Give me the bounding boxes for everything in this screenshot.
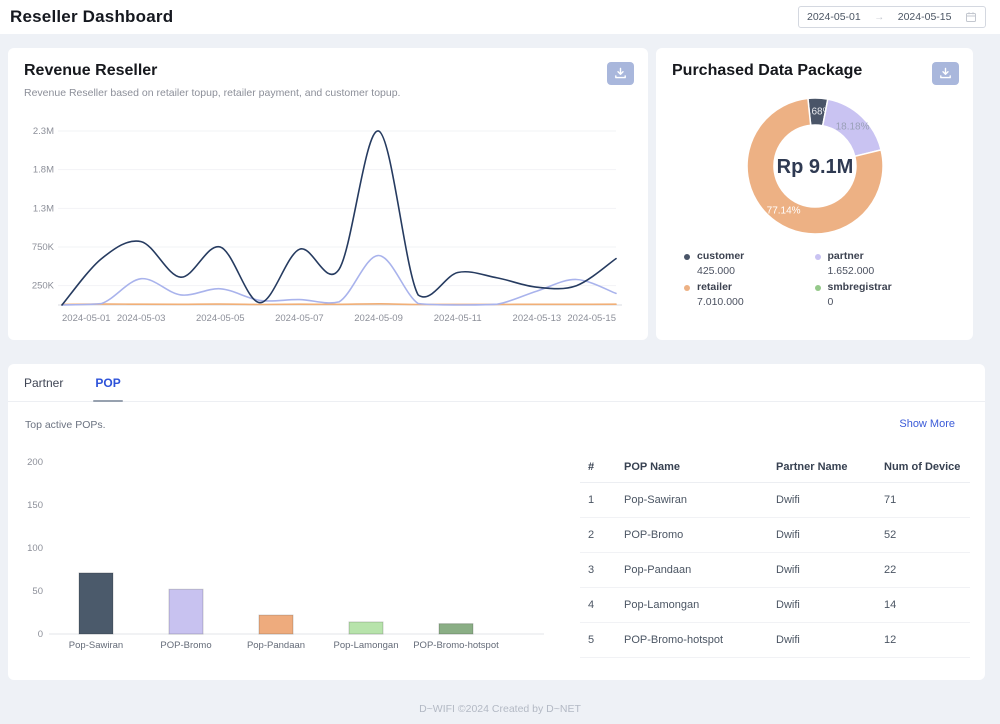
date-range-end[interactable]: 2024-05-15 xyxy=(898,11,952,23)
legend-item-retailer: retailer 7.010.000 xyxy=(684,281,815,309)
revenue-line-chart: 250K 750K 1.3M 1.8M 2.3M 2024-05-01 2024-05-03… xyxy=(16,110,628,330)
package-donut-chart: 4.68%18.18%77.14%Rp 9.1M xyxy=(672,88,957,248)
date-range-start[interactable]: 2024-05-01 xyxy=(807,11,861,23)
svg-text:200: 200 xyxy=(27,457,43,468)
table-cell: 14 xyxy=(876,588,970,623)
revenue-card-title: Revenue Reseller xyxy=(24,62,632,80)
page-title: Reseller Dashboard xyxy=(10,7,173,27)
top-pops-bar-chart: 0 50 100 150 200 Pop-Sawiran POP-Bromo Pop-Pand… xyxy=(16,442,564,675)
download-button[interactable] xyxy=(607,62,634,85)
svg-text:18.18%: 18.18% xyxy=(835,122,869,133)
top-active-pops-caption: Top active POPs. xyxy=(25,419,106,431)
table-cell: Dwifi xyxy=(768,553,876,588)
package-card-title: Purchased Data Package xyxy=(672,62,957,80)
table-row: 2POP-BromoDwifi52 xyxy=(580,518,970,553)
table-header-row: # POP Name Partner Name Num of Device xyxy=(580,452,970,483)
tab-pop[interactable]: POP xyxy=(95,364,120,401)
package-legend: customer 425.000 partner 1.652.000 retai… xyxy=(672,248,957,309)
column-header-partner-name: Partner Name xyxy=(768,452,876,483)
svg-text:Pop-Lamongan: Pop-Lamongan xyxy=(334,640,399,651)
svg-text:150: 150 xyxy=(27,500,43,511)
table-cell: 71 xyxy=(876,483,970,518)
svg-text:2024-05-07: 2024-05-07 xyxy=(275,313,324,324)
svg-text:2024-05-09: 2024-05-09 xyxy=(354,313,403,324)
svg-text:2024-05-15: 2024-05-15 xyxy=(567,313,616,324)
legend-dot-smbregistrar xyxy=(815,285,821,291)
table-cell: 2 xyxy=(580,518,616,553)
download-icon xyxy=(614,67,627,80)
tab-partner[interactable]: Partner xyxy=(24,364,63,401)
table-row: 5POP-Bromo-hotspotDwifi12 xyxy=(580,623,970,658)
download-button[interactable] xyxy=(932,62,959,85)
table-cell: Dwifi xyxy=(768,623,876,658)
table-cell: Dwifi xyxy=(768,588,876,623)
revenue-reseller-card: Revenue Reseller Revenue Reseller based … xyxy=(8,48,648,340)
show-more-link[interactable]: Show More xyxy=(899,418,955,430)
legend-item-smbregistrar: smbregistrar 0 xyxy=(815,281,946,309)
svg-text:2.3M: 2.3M xyxy=(33,126,54,137)
column-header-num-of-device: Num of Device xyxy=(876,452,970,483)
svg-text:50: 50 xyxy=(32,586,43,597)
date-range-separator-icon: → xyxy=(874,12,884,23)
svg-text:2024-05-01: 2024-05-01 xyxy=(62,313,111,324)
svg-text:Pop-Sawiran: Pop-Sawiran xyxy=(69,640,123,651)
table-cell: Dwifi xyxy=(768,483,876,518)
svg-text:1.3M: 1.3M xyxy=(33,203,54,214)
svg-text:0: 0 xyxy=(38,629,43,640)
svg-text:2024-05-05: 2024-05-05 xyxy=(196,313,245,324)
table-cell: 3 xyxy=(580,553,616,588)
column-header-index: # xyxy=(580,452,616,483)
revenue-card-subtitle: Revenue Reseller based on retailer topup… xyxy=(24,87,632,99)
table-row: 1Pop-SawiranDwifi71 xyxy=(580,483,970,518)
svg-text:100: 100 xyxy=(27,543,43,554)
table-cell: Pop-Pandaan xyxy=(616,553,768,588)
table-cell: 4 xyxy=(580,588,616,623)
legend-dot-customer xyxy=(684,254,690,260)
svg-text:1.8M: 1.8M xyxy=(33,165,54,176)
pop-table: # POP Name Partner Name Num of Device 1P… xyxy=(580,452,970,658)
svg-text:2024-05-11: 2024-05-11 xyxy=(434,313,482,324)
legend-dot-retailer xyxy=(684,285,690,291)
svg-text:Rp 9.1M: Rp 9.1M xyxy=(776,156,853,178)
legend-dot-partner xyxy=(815,254,821,260)
footer-text: D~WIFI ©2024 Created by D~NET xyxy=(0,703,1000,715)
pops-card: Partner POP Top active POPs. Show More 0… xyxy=(8,364,985,680)
svg-text:2024-05-03: 2024-05-03 xyxy=(117,313,166,324)
table-cell: 52 xyxy=(876,518,970,553)
table-row: 4Pop-LamonganDwifi14 xyxy=(580,588,970,623)
svg-text:750K: 750K xyxy=(32,242,55,253)
svg-text:Pop-Pandaan: Pop-Pandaan xyxy=(247,640,305,651)
table-cell: 22 xyxy=(876,553,970,588)
table-cell: 5 xyxy=(580,623,616,658)
top-bar: Reseller Dashboard 2024-05-01 → 2024-05-… xyxy=(0,0,1000,34)
date-range-picker[interactable]: 2024-05-01 → 2024-05-15 xyxy=(798,6,986,28)
legend-item-customer: customer 425.000 xyxy=(684,250,815,278)
svg-text:2024-05-13: 2024-05-13 xyxy=(513,313,562,324)
svg-text:77.14%: 77.14% xyxy=(766,206,800,217)
table-row: 3Pop-PandaanDwifi22 xyxy=(580,553,970,588)
table-cell: Pop-Sawiran xyxy=(616,483,768,518)
table-cell: POP-Bromo-hotspot xyxy=(616,623,768,658)
table-cell: Pop-Lamongan xyxy=(616,588,768,623)
table-cell: Dwifi xyxy=(768,518,876,553)
svg-text:POP-Bromo-hotspot: POP-Bromo-hotspot xyxy=(413,640,499,651)
svg-text:250K: 250K xyxy=(32,281,55,292)
tabs-bar: Partner POP xyxy=(8,364,985,402)
purchased-data-package-card: Purchased Data Package 4.68%18.18%77.14%… xyxy=(656,48,973,340)
table-cell: POP-Bromo xyxy=(616,518,768,553)
table-cell: 1 xyxy=(580,483,616,518)
table-cell: 12 xyxy=(876,623,970,658)
column-header-pop-name: POP Name xyxy=(616,452,768,483)
svg-text:POP-Bromo: POP-Bromo xyxy=(160,640,211,651)
calendar-icon xyxy=(965,11,977,23)
legend-item-partner: partner 1.652.000 xyxy=(815,250,946,278)
download-icon xyxy=(939,67,952,80)
